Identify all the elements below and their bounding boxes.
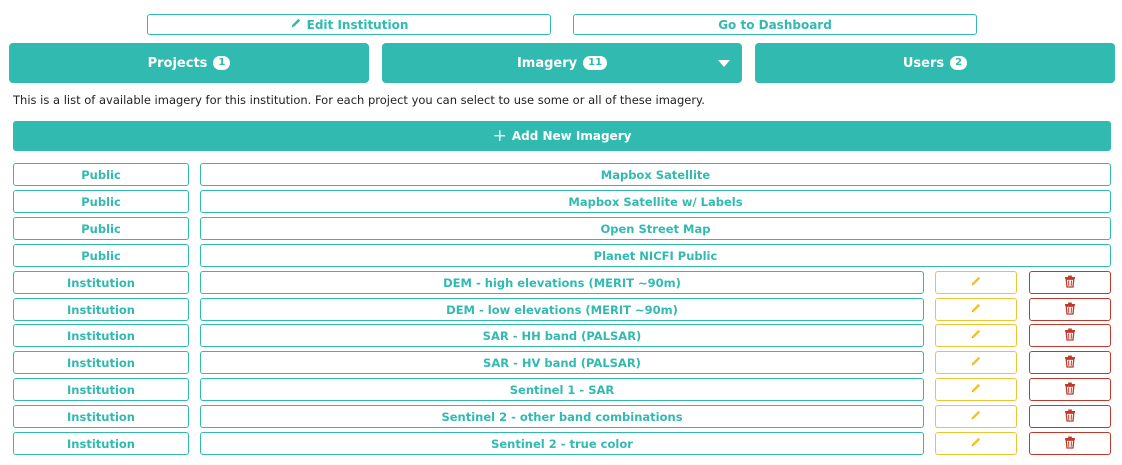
imagery-visibility-button[interactable]: Public	[13, 190, 189, 213]
pencil-icon	[970, 275, 982, 290]
tab-users-label: Users	[902, 55, 945, 71]
projects-count-badge: 1	[213, 56, 231, 70]
trash-icon	[1064, 355, 1076, 371]
imagery-visibility-button[interactable]: Institution	[13, 298, 189, 321]
caret-down-icon	[718, 60, 730, 67]
edit-imagery-button[interactable]	[935, 298, 1017, 321]
imagery-title-button[interactable]: Sentinel 2 - true color	[200, 432, 924, 455]
trash-icon	[1064, 409, 1076, 425]
go-to-dashboard-button[interactable]: Go to Dashboard	[573, 14, 977, 35]
trash-icon	[1064, 275, 1076, 291]
pencil-icon	[290, 17, 302, 32]
imagery-title-button[interactable]: DEM - high elevations (MERIT ~90m)	[200, 271, 924, 294]
delete-imagery-button[interactable]	[1029, 271, 1111, 294]
imagery-title-button[interactable]: Mapbox Satellite	[200, 163, 1111, 186]
pencil-icon	[970, 436, 982, 451]
edit-imagery-button[interactable]	[935, 271, 1017, 294]
delete-imagery-button[interactable]	[1029, 324, 1111, 347]
pencil-icon	[970, 409, 982, 424]
imagery-title-button[interactable]: Mapbox Satellite w/ Labels	[200, 190, 1111, 213]
pencil-icon	[970, 302, 982, 317]
trash-icon	[1064, 382, 1076, 398]
edit-imagery-button[interactable]	[935, 405, 1017, 428]
imagery-visibility-button[interactable]: Institution	[13, 271, 189, 294]
imagery-title-button[interactable]: Sentinel 2 - other band combinations	[200, 405, 924, 428]
tab-imagery-label: Imagery	[516, 55, 578, 71]
delete-imagery-button[interactable]	[1029, 405, 1111, 428]
delete-imagery-button[interactable]	[1029, 432, 1111, 455]
edit-institution-label: Edit Institution	[306, 17, 409, 32]
pencil-icon	[970, 355, 982, 370]
delete-imagery-button[interactable]	[1029, 351, 1111, 374]
pencil-icon	[970, 328, 982, 343]
plus-icon: +	[492, 125, 507, 146]
imagery-row: Public Mapbox Satellite	[0, 163, 1122, 186]
pencil-icon	[970, 382, 982, 397]
imagery-count-badge: 11	[583, 56, 608, 70]
edit-imagery-button[interactable]	[935, 378, 1017, 401]
imagery-visibility-button[interactable]: Institution	[13, 378, 189, 401]
imagery-visibility-button[interactable]: Public	[13, 244, 189, 267]
go-to-dashboard-label: Go to Dashboard	[718, 17, 832, 32]
tab-projects-label: Projects	[147, 55, 208, 71]
imagery-row: Institution DEM - high elevations (MERIT …	[0, 271, 1122, 294]
imagery-visibility-button[interactable]: Institution	[13, 351, 189, 374]
edit-imagery-button[interactable]	[935, 324, 1017, 347]
tab-projects[interactable]: Projects 1	[9, 43, 369, 83]
imagery-row: Public Open Street Map	[0, 217, 1122, 240]
imagery-title-button[interactable]: DEM - low elevations (MERIT ~90m)	[200, 298, 924, 321]
delete-imagery-button[interactable]	[1029, 378, 1111, 401]
tab-imagery[interactable]: Imagery 11	[382, 43, 742, 83]
imagery-row: Institution Sentinel 2 - other band combi…	[0, 405, 1122, 428]
imagery-title-button[interactable]: Open Street Map	[200, 217, 1111, 240]
add-new-imagery-label: Add New Imagery	[511, 129, 632, 143]
imagery-row: Public Mapbox Satellite w/ Labels	[0, 190, 1122, 213]
imagery-visibility-button[interactable]: Public	[13, 217, 189, 240]
imagery-visibility-button[interactable]: Public	[13, 163, 189, 186]
imagery-row: Institution Sentinel 1 - SAR	[0, 378, 1122, 401]
imagery-visibility-button[interactable]: Institution	[13, 324, 189, 347]
edit-imagery-button[interactable]	[935, 432, 1017, 455]
imagery-row: Institution DEM - low elevations (MERIT ~…	[0, 298, 1122, 321]
imagery-description: This is a list of available imagery for …	[13, 93, 705, 107]
imagery-visibility-button[interactable]: Institution	[13, 405, 189, 428]
imagery-row: Institution SAR - HV band (PALSAR)	[0, 351, 1122, 374]
edit-institution-button[interactable]: Edit Institution	[147, 14, 551, 35]
trash-icon	[1064, 302, 1076, 318]
imagery-row: Institution Sentinel 2 - true color	[0, 432, 1122, 455]
tab-users[interactable]: Users 2	[755, 43, 1115, 83]
imagery-title-button[interactable]: Planet NICFI Public	[200, 244, 1111, 267]
imagery-title-button[interactable]: SAR - HH band (PALSAR)	[200, 324, 924, 347]
trash-icon	[1064, 436, 1076, 452]
imagery-row: Public Planet NICFI Public	[0, 244, 1122, 267]
imagery-title-button[interactable]: Sentinel 1 - SAR	[200, 378, 924, 401]
imagery-title-button[interactable]: SAR - HV band (PALSAR)	[200, 351, 924, 374]
add-new-imagery-button[interactable]: + Add New Imagery	[13, 121, 1111, 151]
users-count-badge: 2	[950, 56, 968, 70]
trash-icon	[1064, 328, 1076, 344]
imagery-visibility-button[interactable]: Institution	[13, 432, 189, 455]
edit-imagery-button[interactable]	[935, 351, 1017, 374]
imagery-row: Institution SAR - HH band (PALSAR)	[0, 324, 1122, 347]
delete-imagery-button[interactable]	[1029, 298, 1111, 321]
